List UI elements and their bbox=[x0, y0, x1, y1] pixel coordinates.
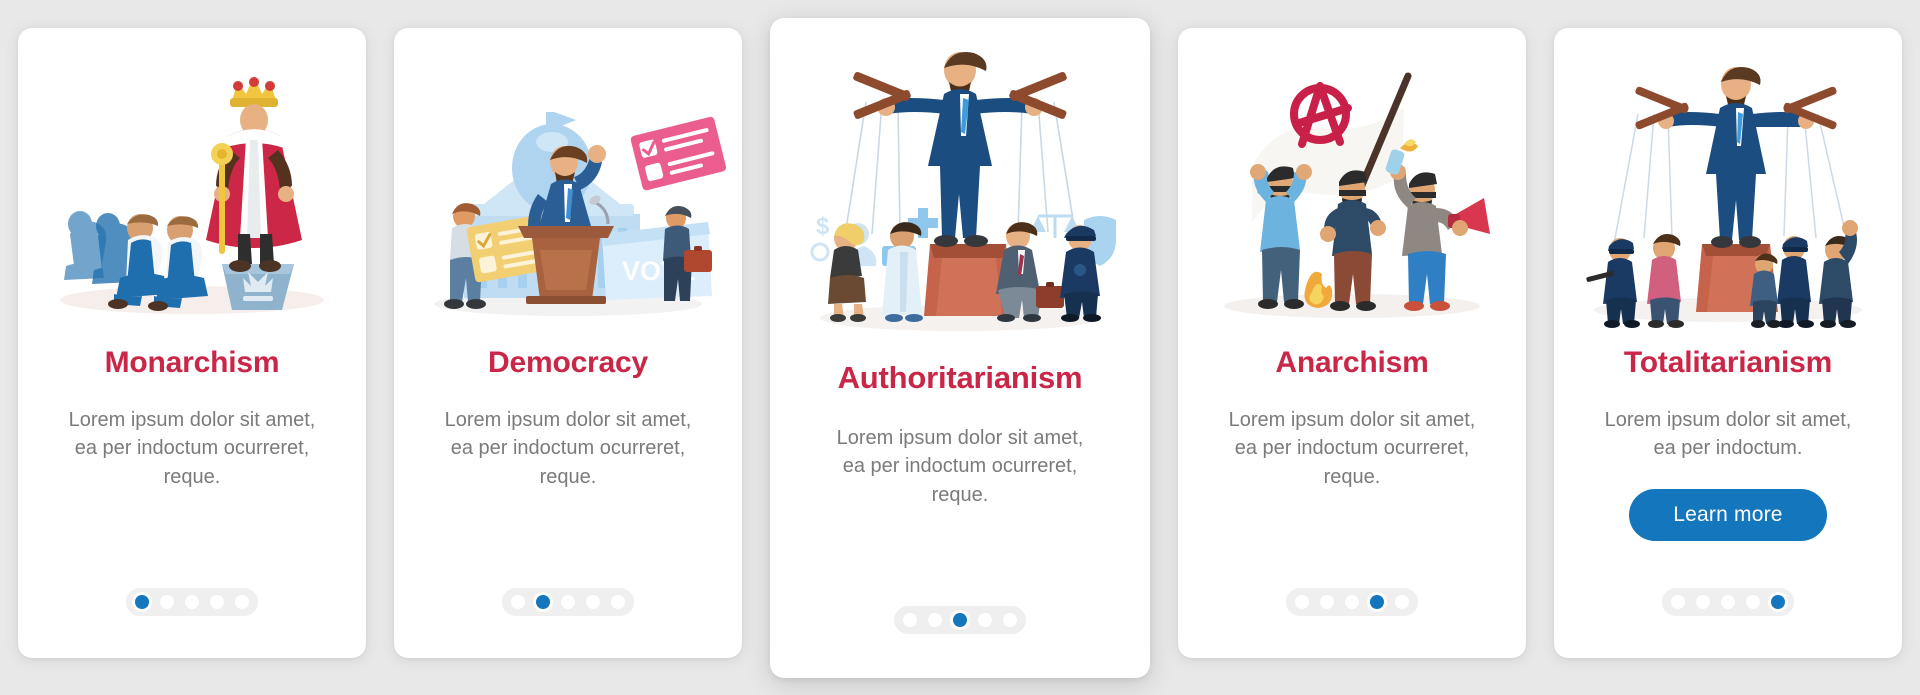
page-body-text: Lorem ipsum dolor sit amet, ea per indoc… bbox=[68, 409, 316, 488]
page-title: Democracy bbox=[488, 346, 648, 379]
pagination-dot-3[interactable] bbox=[1345, 595, 1359, 609]
monarchism-illustration-svg bbox=[60, 76, 324, 314]
illustration-democracy: VOTE bbox=[394, 28, 742, 328]
illustration-monarchism bbox=[18, 28, 366, 328]
pagination-dot-3[interactable] bbox=[953, 613, 967, 627]
pagination[interactable] bbox=[502, 588, 634, 616]
pagination-dot-5[interactable] bbox=[1771, 595, 1785, 609]
pagination-dot-3[interactable] bbox=[185, 595, 199, 609]
page-body-text: Lorem ipsum dolor sit amet, ea per indoc… bbox=[444, 409, 692, 488]
pagination-dot-5[interactable] bbox=[1395, 595, 1409, 609]
pagination-dot-4[interactable] bbox=[978, 613, 992, 627]
totalitarianism-illustration-svg bbox=[1586, 66, 1862, 328]
dollar-icon: $ bbox=[816, 213, 830, 240]
pagination-dot-4[interactable] bbox=[586, 595, 600, 609]
pagination-dot-5[interactable] bbox=[235, 595, 249, 609]
pagination-dot-5[interactable] bbox=[611, 595, 625, 609]
onboarding-screen-democracy[interactable]: VOTE Democracy Lorem ipsum dolor sit ame… bbox=[394, 28, 742, 658]
pagination-dot-1[interactable] bbox=[903, 613, 917, 627]
page-title: Authoritarianism bbox=[837, 360, 1083, 395]
page-title: Anarchism bbox=[1275, 346, 1429, 379]
onboarding-screen-totalitarianism[interactable]: Totalitarianism Lorem ipsum dolor sit am… bbox=[1554, 28, 1902, 658]
pagination-dot-2[interactable] bbox=[1696, 595, 1710, 609]
onboarding-screens-row: Monarchism Lorem ipsum dolor sit amet, e… bbox=[0, 0, 1920, 695]
pagination-dot-4[interactable] bbox=[210, 595, 224, 609]
illustration-anarchism bbox=[1178, 28, 1526, 328]
page-title: Totalitarianism bbox=[1623, 346, 1833, 379]
onboarding-screen-authoritarianism[interactable]: $ Authoritarianism Lorem ipsum dolor sit… bbox=[770, 18, 1150, 678]
pagination[interactable] bbox=[126, 588, 258, 616]
pagination-dot-2[interactable] bbox=[1320, 595, 1334, 609]
pagination-dot-4[interactable] bbox=[1370, 595, 1384, 609]
page-title: Monarchism bbox=[104, 346, 280, 379]
pagination-dot-4[interactable] bbox=[1746, 595, 1760, 609]
pagination-dot-1[interactable] bbox=[1671, 595, 1685, 609]
democracy-illustration-svg: VOTE bbox=[434, 112, 727, 316]
page-body-text: Lorem ipsum dolor sit amet, ea per indoc… bbox=[1228, 409, 1476, 488]
onboarding-screen-anarchism[interactable]: Anarchism Lorem ipsum dolor sit amet, ea… bbox=[1178, 28, 1526, 658]
pagination-dot-3[interactable] bbox=[1721, 595, 1735, 609]
pagination[interactable] bbox=[1662, 588, 1794, 616]
pagination-dot-2[interactable] bbox=[160, 595, 174, 609]
page-body-text: Lorem ipsum dolor sit amet, ea per indoc… bbox=[1604, 409, 1852, 460]
pagination-dot-1[interactable] bbox=[1295, 595, 1309, 609]
pagination-dot-5[interactable] bbox=[1003, 613, 1017, 627]
pagination-dot-2[interactable] bbox=[536, 595, 550, 609]
illustration-totalitarianism bbox=[1554, 28, 1902, 328]
pagination-dot-1[interactable] bbox=[135, 595, 149, 609]
authoritarianism-illustration-svg: $ bbox=[810, 52, 1116, 331]
pagination[interactable] bbox=[1286, 588, 1418, 616]
onboarding-screen-monarchism[interactable]: Monarchism Lorem ipsum dolor sit amet, e… bbox=[18, 28, 366, 658]
pagination[interactable] bbox=[894, 606, 1026, 634]
pagination-dot-2[interactable] bbox=[928, 613, 942, 627]
pagination-dot-1[interactable] bbox=[511, 595, 525, 609]
pagination-dot-3[interactable] bbox=[561, 595, 575, 609]
page-body-text: Lorem ipsum dolor sit amet, ea per indoc… bbox=[836, 427, 1084, 506]
illustration-authoritarianism: $ bbox=[770, 18, 1150, 340]
learn-more-button[interactable]: Learn more bbox=[1629, 488, 1827, 541]
anarchism-illustration-svg bbox=[1224, 72, 1490, 318]
